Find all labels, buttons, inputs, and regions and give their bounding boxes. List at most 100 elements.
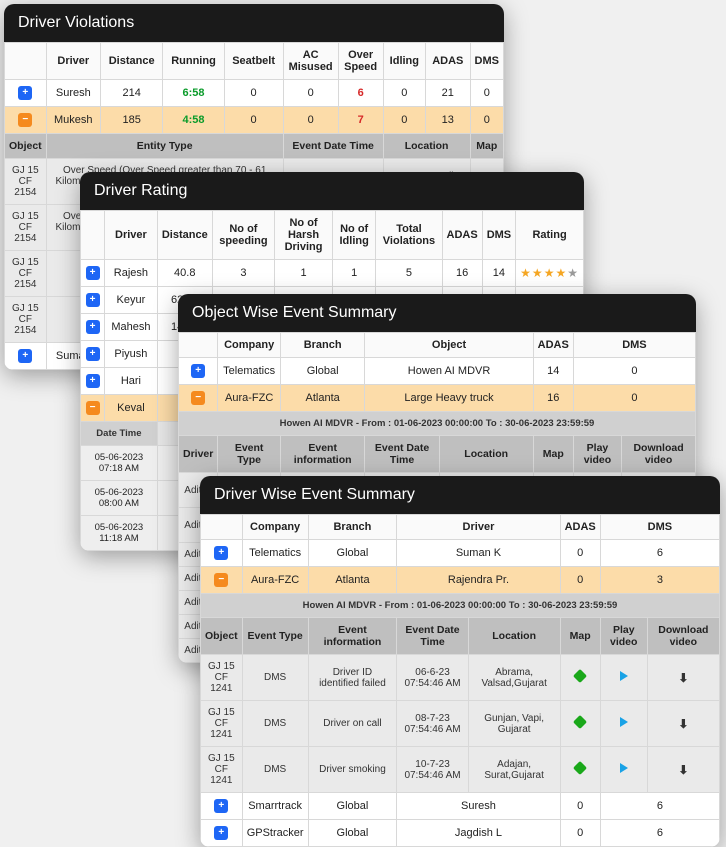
table-row: + Smarrtrack Global Suresh 0 6 — [201, 793, 720, 820]
map-icon[interactable] — [573, 761, 587, 775]
col-ac: AC Misused — [283, 43, 338, 80]
cell: GPStracker — [242, 820, 308, 847]
cell: 14 — [482, 260, 515, 287]
cell: 7 — [338, 107, 383, 134]
panel-title-driverwise: Driver Wise Event Summary — [200, 476, 720, 514]
play-icon[interactable] — [620, 671, 628, 681]
collapse-button[interactable]: − — [86, 401, 100, 415]
col-harsh: No of Harsh Driving — [275, 211, 333, 260]
col-adas: ADAS — [426, 43, 470, 80]
cell: 0 — [224, 80, 283, 107]
expand-button[interactable]: + — [86, 293, 100, 307]
subcol-etype: Event Type — [242, 618, 308, 655]
expand-button[interactable]: + — [86, 320, 100, 334]
rating-stars: ★★★★★ — [516, 260, 584, 287]
subcol-entity: Entity Type — [46, 134, 283, 159]
col-overspeed: Over Speed — [338, 43, 383, 80]
cell: 0 — [283, 107, 338, 134]
cell: Telematics — [242, 540, 308, 567]
cell: 0 — [470, 80, 504, 107]
col-company: Company — [242, 515, 308, 540]
cell: Hari — [105, 368, 158, 395]
date-time-header: Date Time — [81, 422, 158, 446]
cell: 0 — [573, 358, 695, 385]
cell: 14 — [533, 358, 573, 385]
play-icon[interactable] — [620, 763, 628, 773]
collapse-button[interactable]: − — [18, 113, 32, 127]
expand-button[interactable]: + — [214, 799, 228, 813]
cell: Mahesh — [105, 314, 158, 341]
subcol-map: Map — [470, 134, 504, 159]
panel-title-rating: Driver Rating — [80, 172, 584, 210]
cell-distance: 214 — [100, 80, 163, 107]
col-distance: Distance — [100, 43, 163, 80]
subcol-loc: Location — [439, 436, 533, 473]
date-range-band: Howen AI MDVR - From : 01-06-2023 00:00:… — [201, 594, 720, 618]
cell: 6 — [600, 540, 719, 567]
cell: 06-6-23 07:54:46 AM — [397, 655, 468, 701]
cell: Suresh — [397, 793, 560, 820]
table-row: − Aura-FZC Atlanta Large Heavy truck 16 … — [179, 385, 696, 412]
cell: Global — [308, 793, 397, 820]
map-icon[interactable] — [573, 669, 587, 683]
cell: 0 — [224, 107, 283, 134]
cell: 0 — [573, 385, 695, 412]
expand-button[interactable]: + — [191, 364, 205, 378]
map-icon[interactable] — [573, 715, 587, 729]
collapse-button[interactable]: − — [191, 391, 205, 405]
cell: Rajesh — [105, 260, 158, 287]
cell: Abrama, Valsad,Gujarat — [468, 655, 560, 701]
cell: 1 — [275, 260, 333, 287]
cell: 185 — [100, 107, 163, 134]
expand-button[interactable]: + — [86, 347, 100, 361]
cell: 0 — [560, 820, 600, 847]
col-dms: DMS — [482, 211, 515, 260]
expand-button[interactable]: + — [86, 266, 100, 280]
col-idling: No of Idling — [332, 211, 376, 260]
cell: Jagdish L — [397, 820, 560, 847]
cell: Keyur — [105, 287, 158, 314]
subcol-map: Map — [560, 618, 600, 655]
cell: Aura-FZC — [218, 385, 281, 412]
subcol-driver: Driver — [179, 436, 218, 473]
cell: 6 — [600, 793, 719, 820]
cell: 10-7-23 07:54:46 AM — [397, 747, 468, 793]
expand-button[interactable]: + — [214, 826, 228, 840]
col-driver: Driver — [397, 515, 560, 540]
download-icon[interactable]: ⬇ — [678, 763, 688, 777]
cell: 3 — [600, 567, 719, 594]
cell: Telematics — [218, 358, 281, 385]
expand-button[interactable]: + — [18, 349, 32, 363]
cell: Driver ID identified failed — [308, 655, 397, 701]
cell: 0 — [283, 80, 338, 107]
cell: 0 — [383, 80, 425, 107]
table-row: + Rajesh 40.8 3 1 1 5 16 14 ★★★★★ — [81, 260, 584, 287]
cell: GJ 15 CF 1241 — [201, 701, 243, 747]
cell: Global — [280, 358, 365, 385]
cell: Keval — [105, 395, 158, 422]
cell-object: GJ 15 CF 2154 — [5, 159, 47, 205]
col-adas: ADAS — [533, 333, 573, 358]
cell: Large Heavy truck — [365, 385, 533, 412]
cell: Adajan, Surat,Gujarat — [468, 747, 560, 793]
cell: 08-7-23 07:54:46 AM — [397, 701, 468, 747]
expand-button[interactable]: + — [214, 546, 228, 560]
cell: Gunjan, Vapi, Gujarat — [468, 701, 560, 747]
col-running: Running — [163, 43, 224, 80]
col-driver: Driver — [105, 211, 158, 260]
cell: 0 — [383, 107, 425, 134]
play-icon[interactable] — [620, 717, 628, 727]
subcol-object: Object — [201, 618, 243, 655]
cell: 16 — [533, 385, 573, 412]
col-seatbelt: Seatbelt — [224, 43, 283, 80]
expand-button[interactable]: + — [18, 86, 32, 100]
expand-button[interactable]: + — [86, 374, 100, 388]
download-icon[interactable]: ⬇ — [678, 717, 688, 731]
col-total: Total Violations — [376, 211, 442, 260]
download-icon[interactable]: ⬇ — [678, 671, 688, 685]
collapse-button[interactable]: − — [214, 573, 228, 587]
cell: 21 — [426, 80, 470, 107]
panel-title-violations: Driver Violations — [4, 4, 504, 42]
subcol-play: Play video — [573, 436, 621, 473]
cell-driver: Suresh — [46, 80, 100, 107]
